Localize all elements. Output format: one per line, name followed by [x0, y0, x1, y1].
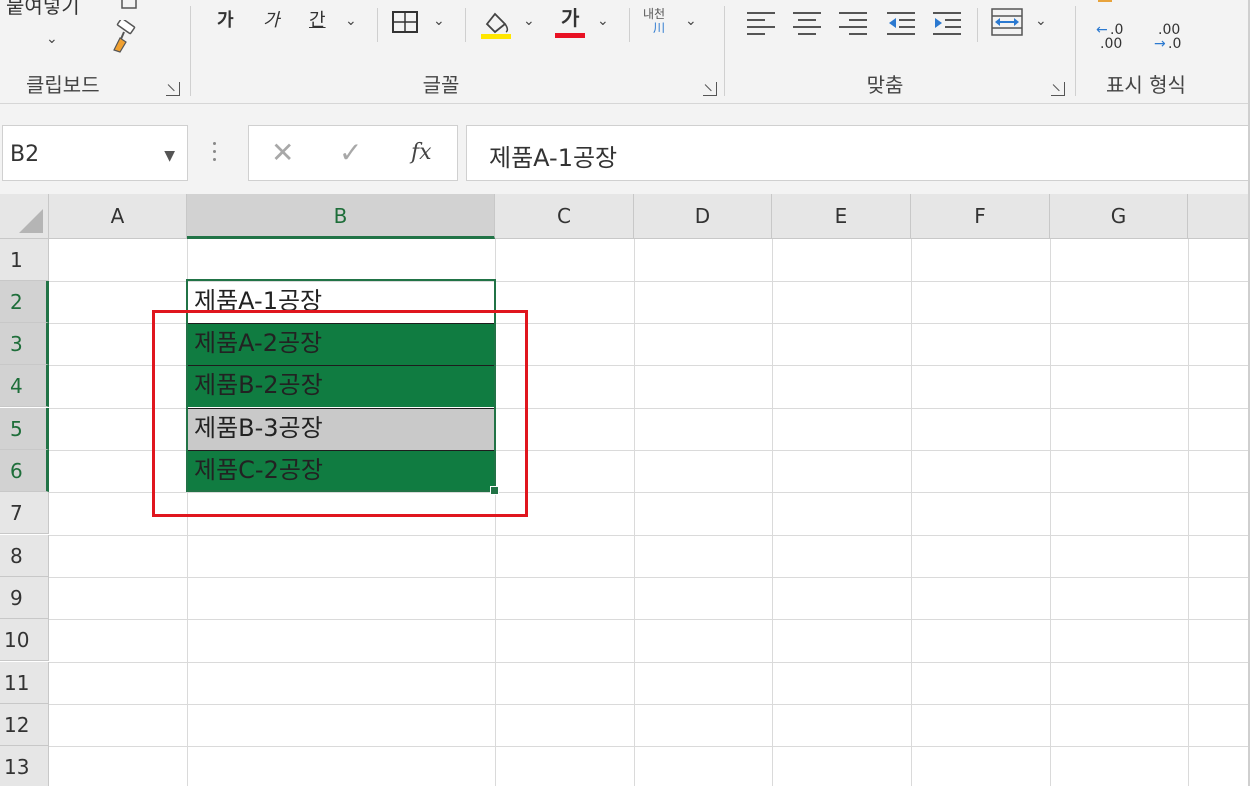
decrease-indent-icon[interactable] — [887, 10, 917, 36]
clipboard-launcher-icon[interactable] — [166, 82, 180, 96]
column-header-g[interactable]: G — [1050, 194, 1188, 239]
annotation-highlight-box — [152, 310, 528, 517]
name-box-value: B2 — [10, 142, 40, 167]
number-group: ← .0 .00 .00 → .0 표시 형식 — [1076, 0, 1250, 104]
italic-button[interactable]: 가 — [263, 12, 280, 30]
row-header-4[interactable]: 4 — [0, 365, 49, 407]
row-header-7[interactable]: 7 — [0, 492, 49, 534]
align-center-icon[interactable] — [793, 10, 823, 36]
row-header-13[interactable]: 13 — [0, 746, 49, 786]
increase-indent-icon[interactable] — [933, 10, 963, 36]
gridline — [49, 535, 1250, 536]
decrease-decimal-bottom: .0 — [1168, 36, 1182, 52]
row-header-6[interactable]: 6 — [0, 450, 49, 492]
paste-dropdown-icon[interactable]: ⌄ — [46, 32, 58, 46]
decrease-decimal-button[interactable]: .00 → .0 — [1154, 22, 1194, 54]
row-header-8[interactable]: 8 — [0, 535, 49, 577]
increase-decimal-bottom: .00 — [1100, 36, 1123, 52]
divider — [977, 8, 978, 42]
divider — [377, 8, 378, 42]
font-color-button[interactable]: 가 — [561, 8, 579, 28]
gridline — [49, 662, 1250, 663]
align-right-icon[interactable] — [839, 10, 869, 36]
column-header-c[interactable]: C — [495, 194, 634, 239]
number-format-top-icon[interactable] — [1098, 0, 1112, 2]
paste-button[interactable]: 붙여넣기 — [6, 0, 80, 16]
name-box[interactable]: B2 ▼ — [2, 125, 188, 181]
cancel-icon[interactable]: ✕ — [271, 136, 294, 169]
clipboard-group: 붙여넣기 ⌄ 클립보드 — [0, 0, 190, 104]
fill-color-icon[interactable] — [479, 6, 513, 40]
row-header-3[interactable]: 3 — [0, 323, 49, 365]
formula-input[interactable]: 제품A-1공장 — [466, 125, 1250, 181]
font-launcher-icon[interactable] — [703, 82, 717, 96]
underline-dropdown-icon[interactable]: ⌄ — [345, 14, 357, 28]
font-group: 가 가 간 ⌄ ⌄ ⌄ 가 ⌄ 내천 川 ⌄ 글꼴 — [191, 0, 724, 104]
gridline — [49, 619, 1250, 620]
column-header-h[interactable] — [1188, 194, 1250, 239]
ribbon: 붙여넣기 ⌄ 클립보드 가 가 간 ⌄ ⌄ ⌄ 가 ⌄ 내천 川 ⌄ 글꼴 ⌄ … — [0, 0, 1250, 104]
name-box-dropdown-icon[interactable]: ▼ — [164, 148, 175, 164]
row-header-11[interactable]: 11 — [0, 662, 49, 704]
row-header-12[interactable]: 12 — [0, 704, 49, 746]
column-header-b[interactable]: B — [187, 194, 495, 239]
phonetic-sub-label: 川 — [653, 21, 666, 35]
row-header-9[interactable]: 9 — [0, 577, 49, 619]
alignment-launcher-icon[interactable] — [1051, 82, 1065, 96]
column-header-d[interactable]: D — [634, 194, 772, 239]
increase-decimal-button[interactable]: ← .0 .00 — [1096, 22, 1136, 54]
font-color-bar — [555, 33, 585, 38]
number-group-label: 표시 형식 — [1106, 73, 1186, 97]
alignment-group: ⌄ 맞춤 — [725, 0, 1075, 104]
phonetic-dropdown-icon[interactable]: ⌄ — [685, 14, 697, 28]
copy-icon[interactable] — [118, 0, 140, 12]
align-left-icon[interactable] — [747, 10, 777, 36]
row-header-1[interactable]: 1 — [0, 239, 49, 281]
divider — [629, 8, 630, 42]
formula-bar: B2 ▼ ✕ ✓ fx 제품A-1공장 — [0, 104, 1250, 194]
underline-button[interactable]: 간 — [309, 12, 326, 30]
gridline — [49, 577, 1250, 578]
borders-icon[interactable] — [391, 10, 421, 36]
bold-button[interactable]: 가 — [217, 12, 234, 30]
insert-function-button[interactable]: fx — [411, 140, 432, 165]
row-header-10[interactable]: 10 — [0, 619, 49, 661]
font-color-dropdown-icon[interactable]: ⌄ — [597, 14, 609, 28]
gridline — [49, 746, 1250, 747]
column-header-f[interactable]: F — [911, 194, 1050, 239]
formula-input-value: 제품A-1공장 — [489, 144, 618, 172]
divider — [465, 8, 466, 42]
phonetic-button[interactable]: 내천 — [643, 8, 665, 20]
fill-color-dropdown-icon[interactable]: ⌄ — [523, 14, 535, 28]
merge-center-icon[interactable] — [991, 8, 1023, 36]
formula-buttons: ✕ ✓ fx — [248, 125, 458, 181]
column-header-e[interactable]: E — [772, 194, 911, 239]
merge-dropdown-icon[interactable]: ⌄ — [1035, 14, 1047, 28]
gridline — [49, 704, 1250, 705]
format-painter-icon[interactable] — [106, 20, 140, 54]
decrease-decimal-arrow-icon: → — [1154, 36, 1166, 52]
borders-dropdown-icon[interactable]: ⌄ — [433, 14, 445, 28]
font-group-label: 글꼴 — [422, 73, 460, 97]
worksheet-grid: A B C D E F G 1 2 3 4 5 6 7 8 9 10 11 12… — [0, 194, 1250, 786]
alignment-group-label: 맞춤 — [866, 73, 904, 97]
column-header-a[interactable]: A — [49, 194, 187, 239]
formula-bar-grip-icon[interactable] — [213, 142, 217, 164]
enter-icon[interactable]: ✓ — [339, 136, 362, 169]
row-header-2[interactable]: 2 — [0, 281, 49, 323]
row-header-5[interactable]: 5 — [0, 408, 49, 450]
select-all-button[interactable] — [0, 194, 49, 239]
